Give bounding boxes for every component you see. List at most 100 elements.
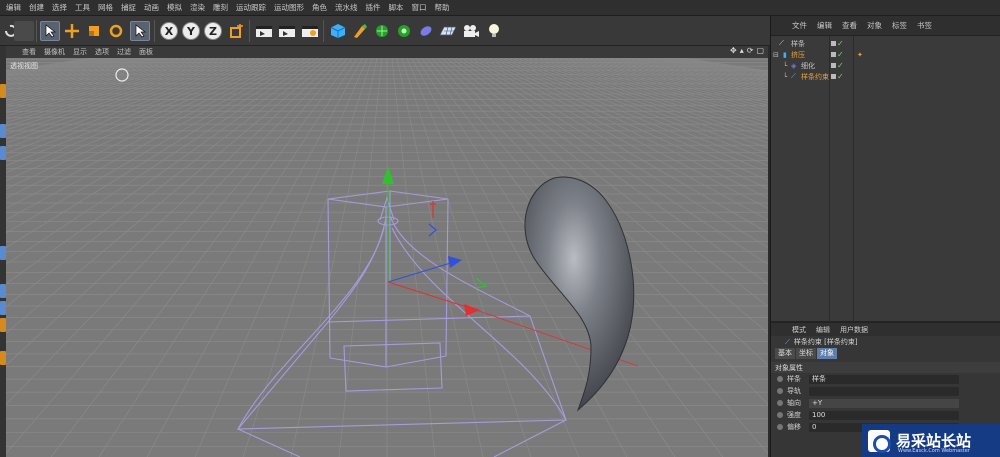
viewport-menu-view[interactable]: 查看 [18,47,40,57]
menu-window[interactable]: 窗口 [408,2,431,13]
viewport-menu-bar: 查看 摄像机 显示 选项 过滤 面板 ✥ ▴ ⟳ ▢ [6,46,768,58]
camera-icon[interactable] [461,21,481,41]
object-row[interactable]: ⊟ ▮ 挤压 ✓ ✦ [771,49,1000,60]
cube-icon[interactable] [328,21,348,41]
animate-dot-icon[interactable] [777,376,783,382]
om-menu-objects[interactable]: 对象 [862,20,887,31]
viewport-menu-cameras[interactable]: 摄像机 [40,47,69,57]
subdivision-icon[interactable] [372,21,392,41]
menu-mesh[interactable]: 网格 [94,2,117,13]
menu-pipeline[interactable]: 流水线 [331,2,362,13]
enabled-check-icon[interactable]: ✓ [837,50,844,59]
axis-y-icon[interactable]: Y [181,21,201,41]
render-settings-icon[interactable] [300,21,320,41]
scale-icon[interactable] [84,21,104,41]
menu-help[interactable]: 帮助 [431,2,454,13]
animate-dot-icon[interactable] [777,400,783,406]
viewport-nav: ✥ ▴ ⟳ ▢ [730,46,768,55]
visibility-toggle[interactable] [831,41,836,46]
attr-menu-mode[interactable]: 模式 [787,325,811,335]
attr-menu-user-data[interactable]: 用户数据 [835,325,873,335]
viewport-menu-filter[interactable]: 过滤 [113,47,135,57]
move-icon[interactable] [62,21,82,41]
light-icon[interactable] [484,21,504,41]
watermark-subtext: Www.Easck.Com Webmaster [898,448,970,454]
animate-dot-icon[interactable] [777,388,783,394]
attribute-tabs: 基本 坐标 对象 [771,348,1000,359]
render-picture-icon[interactable] [277,21,297,41]
pen-icon[interactable] [350,21,370,41]
prop-spline-field[interactable]: 样条 [809,374,959,384]
om-menu-tags[interactable]: 标签 [887,20,912,31]
object-list: ⟋ 样条 ✓ ⊟ ▮ 挤压 ✓ ✦ └ ◈ 细化 ✓ └ ⟋ 样条约束 ✓ [771,36,1000,326]
tab-coord[interactable]: 坐标 [796,348,816,359]
deformer-icon[interactable] [416,21,436,41]
live-select-icon[interactable] [130,21,150,41]
spline-wrap-icon: ⟋ [785,337,790,346]
menu-render[interactable]: 渲染 [186,2,209,13]
rotate-icon[interactable] [106,21,126,41]
om-menu-edit[interactable]: 编辑 [812,20,837,31]
array-icon[interactable] [394,21,414,41]
enabled-check-icon[interactable]: ✓ [837,72,844,81]
animate-dot-icon[interactable] [777,424,783,430]
menu-script[interactable]: 脚本 [385,2,408,13]
menu-animate[interactable]: 动画 [140,2,163,13]
select-arrow-icon[interactable] [40,21,60,41]
menu-simulate[interactable]: 模拟 [163,2,186,13]
redo-icon[interactable] [14,21,34,41]
prop-label: 轴向 [787,399,801,407]
viewport-menu-display[interactable]: 显示 [69,47,91,57]
tab-basic[interactable]: 基本 [775,348,795,359]
animate-dot-icon[interactable] [777,412,783,418]
menu-tools[interactable]: 工具 [71,2,94,13]
prop-rail-field[interactable] [809,386,959,396]
prop-label: 强度 [787,411,801,419]
om-menu-bookmarks[interactable]: 书签 [912,20,937,31]
object-row[interactable]: └ ⟋ 样条约束 ✓ [771,71,1000,82]
object-name: 样条 [791,39,805,48]
menu-character[interactable]: 角色 [308,2,331,13]
expand-icon[interactable]: ⊟ [773,51,779,59]
enabled-check-icon[interactable]: ✓ [837,61,844,70]
prop-axis-dropdown[interactable]: +Y [809,398,959,408]
om-menu-view[interactable]: 查看 [837,20,862,31]
toggle-view-icon[interactable]: ▢ [756,46,764,55]
viewport-menu-options[interactable]: 选项 [91,47,113,57]
zoom-view-icon[interactable]: ▴ [740,46,744,55]
floor-icon[interactable] [438,21,458,41]
om-menu-file[interactable]: 文件 [787,20,812,31]
enabled-check-icon[interactable]: ✓ [837,39,844,48]
menu-plugins[interactable]: 插件 [362,2,385,13]
visibility-toggle[interactable] [831,63,836,68]
extrude-icon: ▮ [783,50,787,59]
object-name: 细化 [801,61,815,70]
menu-motion-tracking[interactable]: 运动跟踪 [232,2,270,13]
menu-select[interactable]: 选择 [48,2,71,13]
menu-snap[interactable]: 捕捉 [117,2,140,13]
prop-label: 导轨 [787,387,801,395]
main-toolbar: X Y Z [0,16,770,46]
coordinate-system-icon[interactable] [226,21,246,41]
move-view-icon[interactable]: ✥ [730,46,737,55]
menu-edit[interactable]: 编辑 [2,2,25,13]
viewport-menu-panel[interactable]: 面板 [135,47,157,57]
axis-z-icon[interactable]: Z [203,21,223,41]
tab-object[interactable]: 对象 [817,348,837,359]
menu-mograph[interactable]: 运动图形 [270,2,308,13]
axis-x-icon[interactable]: X [159,21,179,41]
tag-icon[interactable]: ✦ [857,51,863,59]
perspective-viewport[interactable]: 透视视图 [6,58,768,457]
menu-sculpt[interactable]: 雕刻 [209,2,232,13]
prop-strength-field[interactable]: 100 [809,410,959,420]
object-row[interactable]: ⟋ 样条 ✓ [771,38,1000,49]
render-view-icon[interactable] [254,21,274,41]
object-row[interactable]: └ ◈ 细化 ✓ [771,60,1000,71]
attr-menu-edit[interactable]: 编辑 [811,325,835,335]
tree-line-icon: └ [783,61,788,70]
visibility-toggle[interactable] [831,74,836,79]
attribute-menu: 模式 编辑 用户数据 [771,323,1000,336]
menu-create[interactable]: 创建 [25,2,48,13]
rotate-view-icon[interactable]: ⟳ [747,46,754,55]
visibility-toggle[interactable] [831,52,836,57]
